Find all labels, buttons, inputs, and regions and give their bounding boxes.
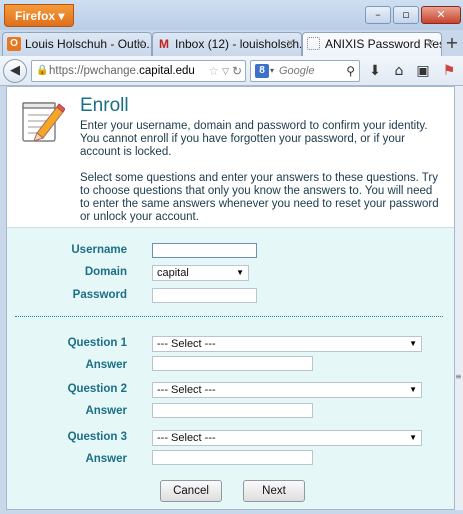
chevron-down-icon: ▼ (409, 433, 417, 442)
answer-2-input[interactable] (152, 403, 313, 418)
search-placeholder: Google (279, 65, 315, 77)
firefox-menu-button[interactable]: Firefox ▾ (4, 4, 74, 27)
url-dropdown-icon[interactable]: ▽ (222, 61, 229, 81)
question-2-select[interactable]: --- Select --- ▼ (152, 382, 422, 398)
cancel-button[interactable]: Cancel (160, 480, 222, 502)
intro-paragraph-2: Select some questions and enter your ans… (80, 172, 439, 223)
gmail-icon: M (159, 37, 169, 51)
back-arrow-icon[interactable]: ◀ (3, 59, 27, 83)
address-bar[interactable]: 🔒 https://pwchange.capital.edu ☆ ▽ ↻ (31, 60, 246, 82)
tab-anixis[interactable]: ANIXIS Password Reset: ... ✕ (302, 32, 442, 56)
answer-3-input[interactable] (152, 450, 313, 465)
search-icon[interactable]: ⚲ (346, 61, 355, 81)
page-icon (307, 37, 320, 50)
password-input[interactable] (152, 288, 257, 303)
lock-icon: 🔒 (36, 65, 49, 76)
bookmark-star-icon[interactable]: ☆ (208, 61, 219, 81)
tab-label: ANIXIS Password Reset: ... (325, 37, 441, 51)
notepad-pencil-icon (22, 102, 65, 142)
page-title: Enroll (80, 95, 129, 116)
question-3-select[interactable]: --- Select --- ▼ (152, 430, 422, 446)
navigation-bar: ◀ 🔒 https://pwchange.capital.edu ☆ ▽ ↻ 8… (0, 56, 463, 86)
answer-2-label: Answer (85, 405, 127, 417)
username-label: Username (71, 244, 127, 256)
tab-bar: O Louis Holschuh - Outlo... ✕ M Inbox (1… (0, 30, 463, 56)
close-tab-icon[interactable]: ✕ (286, 33, 295, 55)
tab-label: Inbox (12) - louisholsch... (175, 37, 302, 51)
close-tab-icon[interactable]: ✕ (426, 33, 435, 55)
answer-1-label: Answer (85, 359, 127, 371)
domain-selected-value: capital (157, 267, 189, 279)
question-3-selected-value: --- Select --- (157, 432, 216, 444)
password-label: Password (72, 289, 127, 301)
search-engine-dropdown-icon[interactable]: ▾ (270, 61, 274, 81)
answer-1-input[interactable] (152, 356, 313, 371)
reload-icon[interactable]: ↻ (232, 61, 242, 81)
question-1-select[interactable]: --- Select --- ▼ (152, 336, 422, 352)
chevron-down-icon: ▼ (236, 268, 244, 277)
domain-select[interactable]: capital ▼ (152, 265, 249, 281)
enroll-form: Username Domain capital ▼ Password Quest… (7, 227, 454, 509)
scrollbar-grip-icon[interactable]: ≡ (455, 372, 463, 381)
extensions-icon[interactable]: ▣ (413, 61, 433, 81)
search-bar[interactable]: 8 ▾ Google ⚲ (250, 60, 360, 82)
chevron-down-icon: ▼ (409, 339, 417, 348)
outlook-icon: O (7, 37, 21, 51)
url-prefix: https://pwchange. (49, 65, 140, 77)
question-1-selected-value: --- Select --- (157, 338, 216, 350)
window-titlebar: Firefox ▾ – ▫ ✕ (0, 0, 463, 30)
close-tab-icon[interactable]: ✕ (136, 33, 145, 55)
intro-text: Enter your username, domain and password… (80, 120, 440, 237)
close-window-button[interactable]: ✕ (421, 6, 461, 24)
tab-label: Louis Holschuh - Outlo... (25, 37, 152, 51)
addon-icon[interactable]: ⚑ (439, 61, 459, 81)
tab-gmail[interactable]: M Inbox (12) - louisholsch... ✕ (152, 32, 302, 56)
vertical-scrollbar[interactable]: ≡ (455, 86, 463, 510)
tab-outlook[interactable]: O Louis Holschuh - Outlo... ✕ (2, 32, 152, 56)
next-button[interactable]: Next (243, 480, 305, 502)
question-2-label: Question 2 (67, 383, 127, 395)
form-divider (15, 316, 443, 317)
question-1-label: Question 1 (67, 337, 127, 349)
new-tab-icon[interactable]: + (443, 32, 461, 54)
home-icon[interactable]: ⌂ (389, 61, 409, 81)
google-icon: 8 (255, 64, 269, 78)
maximize-button[interactable]: ▫ (393, 6, 419, 24)
window-controls: – ▫ ✕ (365, 6, 461, 24)
domain-label: Domain (84, 266, 127, 278)
enroll-header: Enroll Enter your username, domain and p… (7, 87, 454, 227)
intro-paragraph-1: Enter your username, domain and password… (80, 120, 428, 158)
username-input[interactable] (152, 243, 257, 258)
chevron-down-icon: ▼ (409, 385, 417, 394)
question-2-selected-value: --- Select --- (157, 384, 216, 396)
url-domain: capital.edu (139, 65, 195, 77)
question-3-label: Question 3 (67, 431, 127, 443)
answer-3-label: Answer (85, 453, 127, 465)
minimize-button[interactable]: – (365, 6, 391, 24)
page-content: Enroll Enter your username, domain and p… (6, 86, 455, 510)
download-icon[interactable]: ⬇ (365, 61, 385, 81)
